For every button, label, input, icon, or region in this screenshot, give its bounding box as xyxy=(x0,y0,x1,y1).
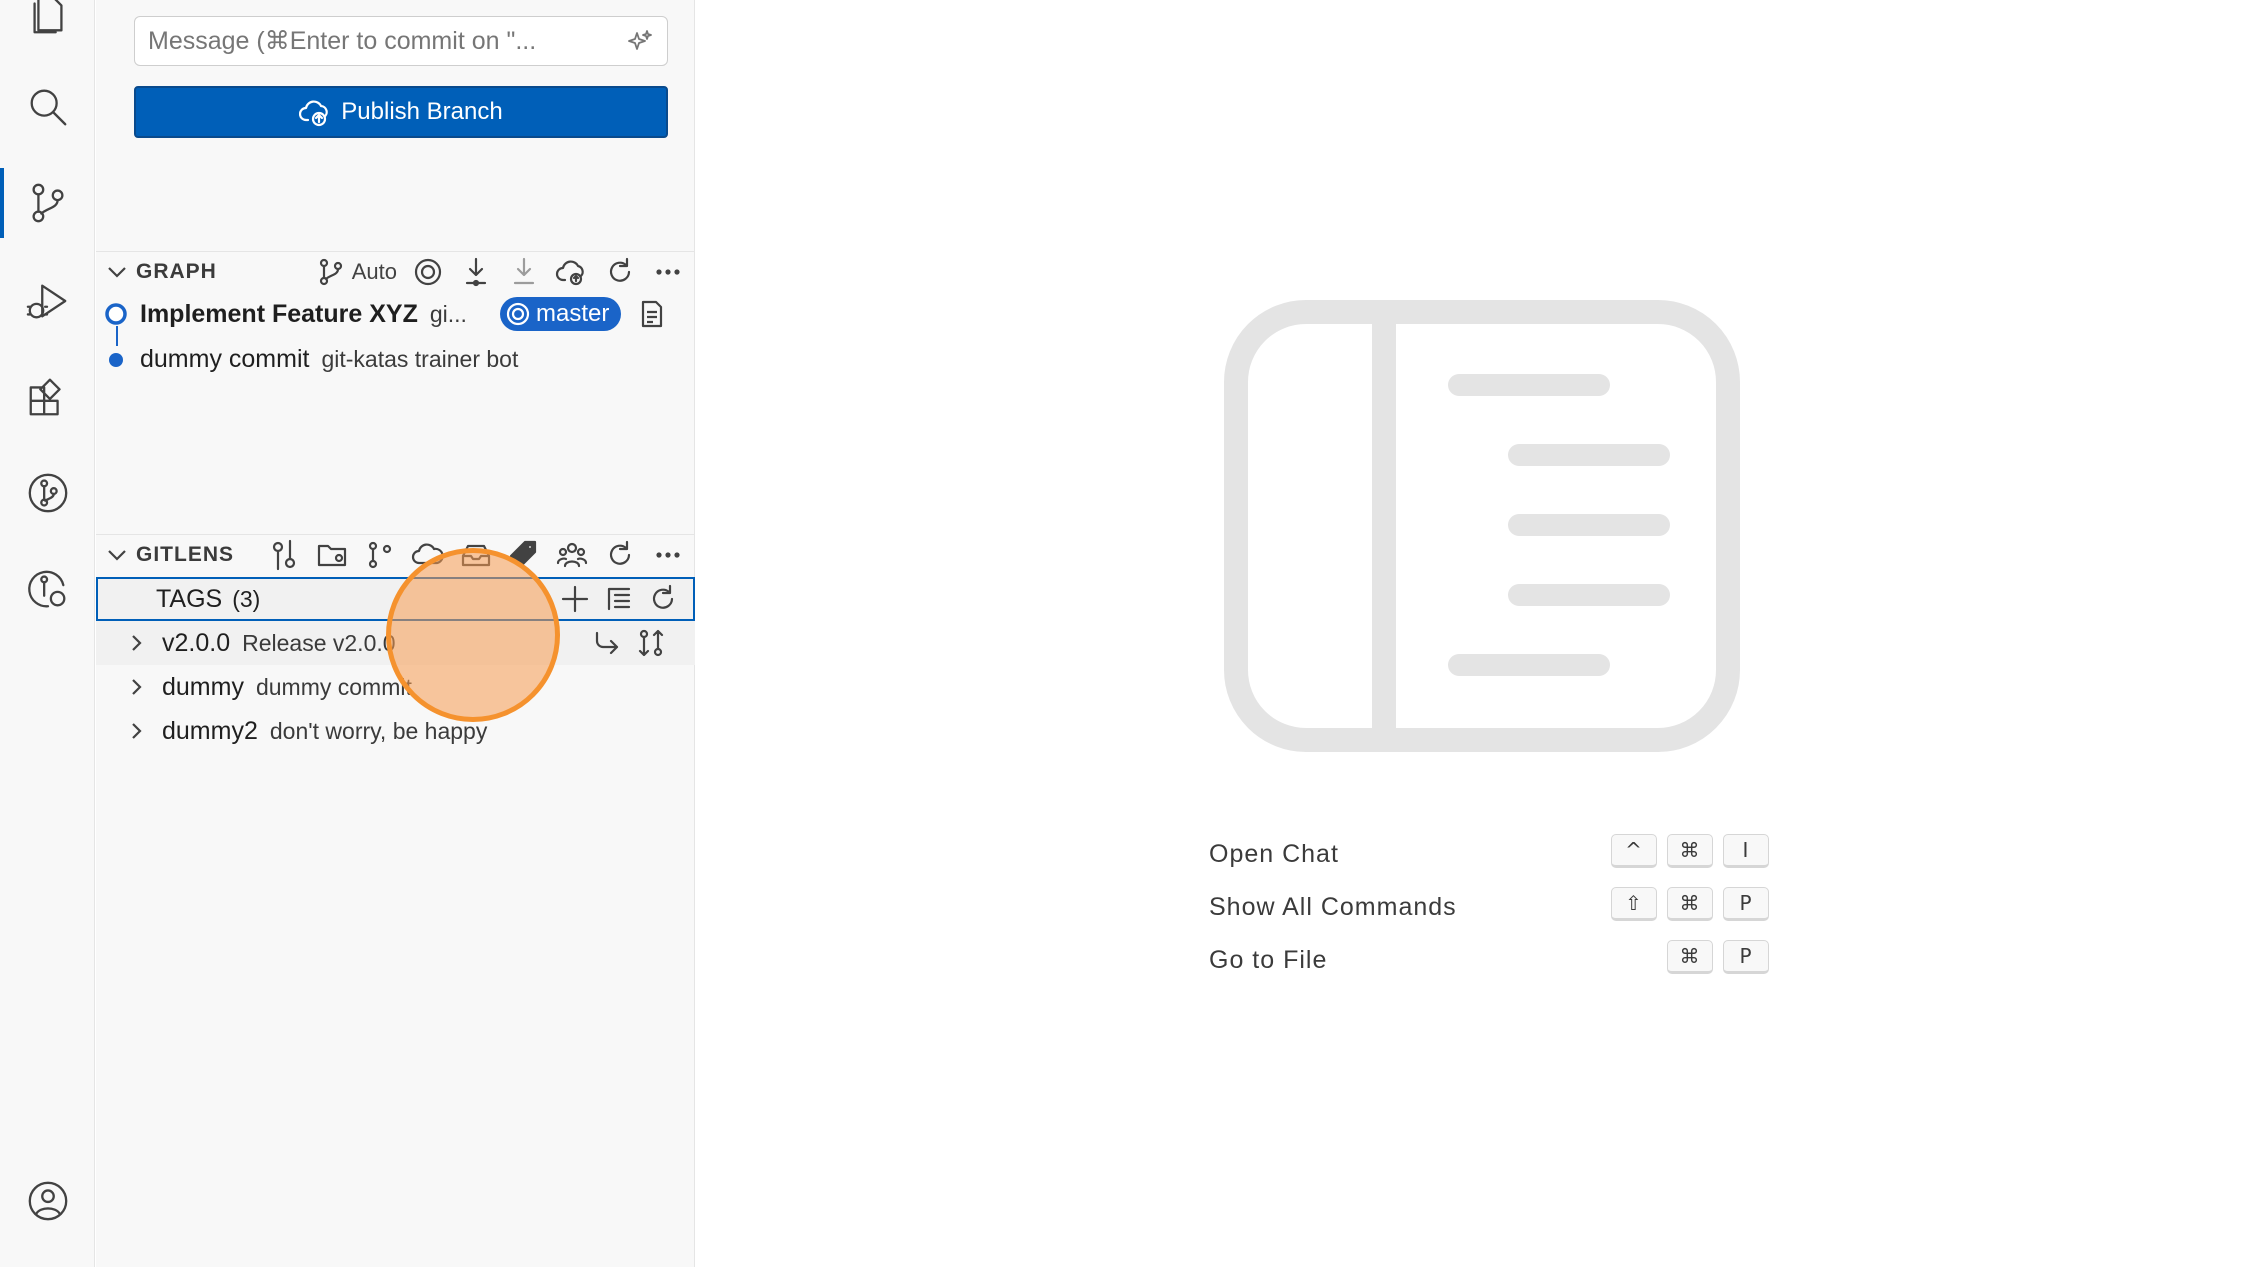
fetch-icon[interactable] xyxy=(459,255,493,289)
refresh-icon[interactable] xyxy=(647,583,679,615)
tags-actions xyxy=(559,577,679,621)
key-cap: ⌘ xyxy=(1667,887,1713,921)
tags-count: (3) xyxy=(232,585,261,612)
publish-branch-button[interactable]: Publish Branch xyxy=(134,86,668,138)
branch-name: master xyxy=(536,300,610,327)
key-cap: ^ xyxy=(1611,834,1657,868)
pull-icon[interactable] xyxy=(507,255,541,289)
gitlens-icon[interactable] xyxy=(0,458,95,528)
chevron-down-icon xyxy=(108,549,126,561)
extensions-icon[interactable] xyxy=(0,362,95,432)
activity-bar xyxy=(0,0,95,1267)
gitlens-section-title: GITLENS xyxy=(136,542,235,566)
gitlens-section-header[interactable]: GITLENS xyxy=(96,534,695,574)
auto-label: Auto xyxy=(351,259,397,284)
key-cap: ⇧ xyxy=(1611,887,1657,921)
refresh-icon[interactable] xyxy=(603,255,637,289)
chevron-right-icon xyxy=(132,723,142,739)
shortcut-go-to-file[interactable]: Go to File ⌘ P xyxy=(1209,934,1769,987)
switch-to-icon[interactable] xyxy=(591,627,623,659)
tag-row-actions xyxy=(591,621,667,665)
key-cap: P xyxy=(1723,940,1769,974)
key-cap: ⌘ xyxy=(1667,834,1713,868)
commit-details-icon[interactable] xyxy=(636,298,668,330)
explorer-icon[interactable] xyxy=(0,0,95,50)
commit-node-head-icon xyxy=(105,303,127,325)
graph-toolbar: Auto xyxy=(314,252,685,292)
tag-row[interactable]: dummy2 don't worry, be happy xyxy=(96,709,695,753)
tree-view-icon[interactable] xyxy=(603,583,635,615)
chevron-right-icon xyxy=(132,679,142,695)
tag-name: v2.0.0 xyxy=(162,628,231,657)
tag-message: don't worry, be happy xyxy=(269,717,488,744)
click-highlight-indicator xyxy=(386,548,560,722)
shortcut-label: Go to File xyxy=(1209,946,1328,974)
shortcut-list: Open Chat ^ ⌘ I Show All Commands ⇧ ⌘ P … xyxy=(1209,828,1769,987)
contributors-icon[interactable] xyxy=(555,538,589,572)
key-cap: P xyxy=(1723,887,1769,921)
graph-commit-row[interactable]: Implement Feature XYZ gi... master xyxy=(96,292,695,336)
tag-message: Release v2.0.0 xyxy=(242,629,396,656)
commit-author: gi... xyxy=(429,300,467,327)
source-control-sidebar: Message (⌘Enter to commit on "... Publis… xyxy=(96,0,695,1267)
compare-icon[interactable] xyxy=(635,627,667,659)
cloud-upload-icon xyxy=(299,100,329,127)
branch-icon xyxy=(319,258,342,286)
commit-node-icon xyxy=(109,353,123,367)
commit-title: Implement Feature XYZ xyxy=(140,299,418,328)
graph-section-header[interactable]: GRAPH Auto xyxy=(96,251,695,291)
branch-scope-toggle[interactable]: Auto xyxy=(314,255,397,289)
commit-author: git-katas trainer bot xyxy=(321,345,519,372)
graph-section-title: GRAPH xyxy=(136,259,217,283)
commit-message-input[interactable]: Message (⌘Enter to commit on "... xyxy=(134,16,668,66)
refresh-icon[interactable] xyxy=(603,538,637,572)
tag-name: dummy2 xyxy=(162,716,258,745)
publish-cloud-icon[interactable] xyxy=(555,255,589,289)
search-icon[interactable] xyxy=(0,72,95,142)
tag-name: dummy xyxy=(162,672,244,701)
publish-branch-label: Publish Branch xyxy=(341,98,503,125)
shortcut-show-all-commands[interactable]: Show All Commands ⇧ ⌘ P xyxy=(1209,881,1769,934)
tags-label: TAGS xyxy=(156,584,223,613)
accounts-icon[interactable] xyxy=(0,1166,95,1236)
commit-message-placeholder: Message (⌘Enter to commit on "... xyxy=(148,27,537,55)
graph-commit-row[interactable]: dummy commit git-katas trainer bot xyxy=(96,337,695,381)
shortcut-keys: ^ ⌘ I xyxy=(1611,834,1769,868)
editor-area: Open Chat ^ ⌘ I Show All Commands ⇧ ⌘ P … xyxy=(696,0,2266,1267)
target-icon xyxy=(506,302,530,326)
shortcut-keys: ⇧ ⌘ P xyxy=(1611,887,1769,921)
tag-message: dummy commit xyxy=(255,673,412,700)
chevron-down-icon xyxy=(108,266,126,278)
sparkle-icon[interactable] xyxy=(627,29,653,55)
shortcut-label: Open Chat xyxy=(1209,840,1339,868)
add-icon[interactable] xyxy=(559,583,591,615)
shortcut-label: Show All Commands xyxy=(1209,893,1457,921)
key-cap: I xyxy=(1723,834,1769,868)
editor-watermark-logo xyxy=(1224,300,1740,752)
branch-badge[interactable]: master xyxy=(500,297,622,331)
more-actions-icon[interactable] xyxy=(651,255,685,289)
chevron-right-icon xyxy=(132,635,142,651)
run-debug-icon[interactable] xyxy=(0,266,95,336)
shortcut-open-chat[interactable]: Open Chat ^ ⌘ I xyxy=(1209,828,1769,881)
gitlens-inspect-icon[interactable] xyxy=(0,554,95,624)
shortcut-keys: ⌘ P xyxy=(1667,940,1769,974)
target-icon[interactable] xyxy=(411,255,445,289)
folder-branch-icon[interactable] xyxy=(315,538,349,572)
commits-icon[interactable] xyxy=(267,538,301,572)
source-control-icon[interactable] xyxy=(0,168,95,238)
commit-title: dummy commit xyxy=(140,344,310,373)
more-actions-icon[interactable] xyxy=(651,538,685,572)
branches-icon[interactable] xyxy=(363,538,397,572)
key-cap: ⌘ xyxy=(1667,940,1713,974)
